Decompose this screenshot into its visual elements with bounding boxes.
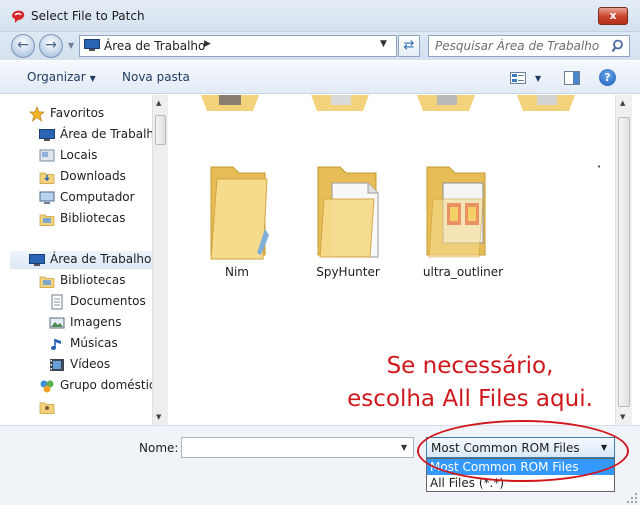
back-arrow-icon: ← xyxy=(17,37,29,53)
app-icon xyxy=(12,10,25,23)
homegroup-icon xyxy=(40,380,54,393)
nav-item-label: Computador xyxy=(60,190,135,204)
documents-icon xyxy=(51,294,63,310)
scroll-down-icon[interactable]: ▼ xyxy=(156,413,161,421)
annotation-text: Se necessário, escolha All Files aqui. xyxy=(320,350,620,416)
search-icon[interactable] xyxy=(611,38,627,54)
annotation-line-1: Se necessário, xyxy=(386,353,554,379)
resize-grip-icon[interactable] xyxy=(626,492,638,504)
file-item-ultra-outliner[interactable]: ultra_outliner xyxy=(413,95,513,285)
organize-button[interactable]: Organizar ▼ xyxy=(27,70,96,84)
file-name-input[interactable] xyxy=(185,440,385,455)
address-row: ← → ▼ Área de Trabalho ▶ ▼ ⇄ xyxy=(0,32,640,60)
pictures-icon xyxy=(49,317,65,329)
nav-scroll-thumb[interactable] xyxy=(155,115,166,145)
title-bar: Select File to Patch x xyxy=(0,0,640,32)
nav-item-desktop-root[interactable]: Área de Trabalho xyxy=(10,251,152,269)
overflow-dots-icon: • xyxy=(597,163,602,171)
organize-caret-icon: ▼ xyxy=(89,74,96,83)
search-input[interactable] xyxy=(435,39,605,53)
view-options-icon[interactable] xyxy=(510,72,526,84)
forward-button[interactable]: → xyxy=(39,34,63,58)
file-name: ultra_outliner xyxy=(422,265,504,279)
search-box[interactable] xyxy=(428,35,630,57)
annotation-line-2: escolha All Files aqui. xyxy=(347,386,593,412)
close-button[interactable]: x xyxy=(598,7,628,25)
file-name-label: Nome: xyxy=(139,441,179,455)
desktop-icon xyxy=(39,129,55,141)
breadcrumb-location[interactable]: Área de Trabalho xyxy=(104,39,205,53)
refresh-icon: ⇄ xyxy=(403,38,415,53)
nav-item-label: Músicas xyxy=(70,336,118,350)
folder-icon xyxy=(317,166,379,258)
highlight-ellipse xyxy=(417,420,629,482)
nav-scrollbar[interactable]: ▲ ▼ xyxy=(152,95,168,425)
videos-icon xyxy=(50,359,64,371)
file-item-spyhunter[interactable]: SpyHunter xyxy=(298,95,398,285)
nav-item-label: Documentos xyxy=(70,294,146,308)
forward-arrow-icon: → xyxy=(45,37,57,53)
address-dropdown-icon[interactable]: ▼ xyxy=(380,39,387,49)
navigation-pane: Favoritos Área de Trabalho Locais Downlo… xyxy=(0,95,168,425)
computer-icon xyxy=(39,191,55,204)
nav-item-label: Vídeos xyxy=(70,357,111,371)
recent-places-icon xyxy=(39,149,55,162)
nav-item-label: Área de Trabalho xyxy=(60,127,162,141)
address-box[interactable]: Área de Trabalho ▶ ▼ xyxy=(79,35,397,57)
back-button[interactable]: ← xyxy=(11,34,35,58)
nav-item-label: Downloads xyxy=(60,169,126,183)
command-toolbar: Organizar ▼ Nova pasta ▼ ? xyxy=(0,60,640,94)
organize-label: Organizar xyxy=(27,70,86,84)
new-folder-button[interactable]: Nova pasta xyxy=(122,70,190,84)
libraries-icon xyxy=(39,276,55,288)
window-title: Select File to Patch xyxy=(31,9,145,23)
scroll-up-icon[interactable]: ▲ xyxy=(620,99,625,107)
file-name-dropdown-icon[interactable]: ▼ xyxy=(401,443,407,452)
scroll-down-icon[interactable]: ▼ xyxy=(620,413,625,421)
file-item-nim[interactable]: Nim xyxy=(187,95,287,285)
nav-item-label: Área de Trabalho xyxy=(50,252,152,266)
history-dropdown-icon[interactable]: ▼ xyxy=(68,41,74,50)
music-icon xyxy=(51,339,61,350)
nav-favorites-label: Favoritos xyxy=(50,106,105,120)
libraries-icon xyxy=(39,214,55,226)
refresh-button[interactable]: ⇄ xyxy=(398,35,420,57)
user-folder-icon xyxy=(39,402,55,414)
nav-item-label: Bibliotecas xyxy=(60,211,126,225)
scroll-up-icon[interactable]: ▲ xyxy=(156,99,161,107)
desktop-icon xyxy=(84,39,100,51)
nav-item-label: Locais xyxy=(60,148,98,162)
preview-pane-icon[interactable] xyxy=(564,71,580,85)
downloads-folder-icon xyxy=(39,172,55,184)
help-icon[interactable]: ? xyxy=(599,69,616,86)
view-dropdown-icon[interactable]: ▼ xyxy=(535,74,541,83)
folder-icon[interactable] xyxy=(515,95,577,117)
nav-item-label: Bibliotecas xyxy=(60,273,126,287)
star-icon xyxy=(29,106,45,122)
file-name: SpyHunter xyxy=(316,265,380,279)
nav-item-label: Grupo doméstico xyxy=(60,378,163,392)
file-name-combobox[interactable]: ▼ xyxy=(181,437,414,458)
folder-icon xyxy=(210,166,269,260)
file-name: Nim xyxy=(225,265,249,279)
breadcrumb-chevron-icon[interactable]: ▶ xyxy=(204,39,211,49)
nav-item-label: Imagens xyxy=(70,315,122,329)
folder-icon xyxy=(426,166,486,258)
desktop-icon xyxy=(29,254,45,266)
